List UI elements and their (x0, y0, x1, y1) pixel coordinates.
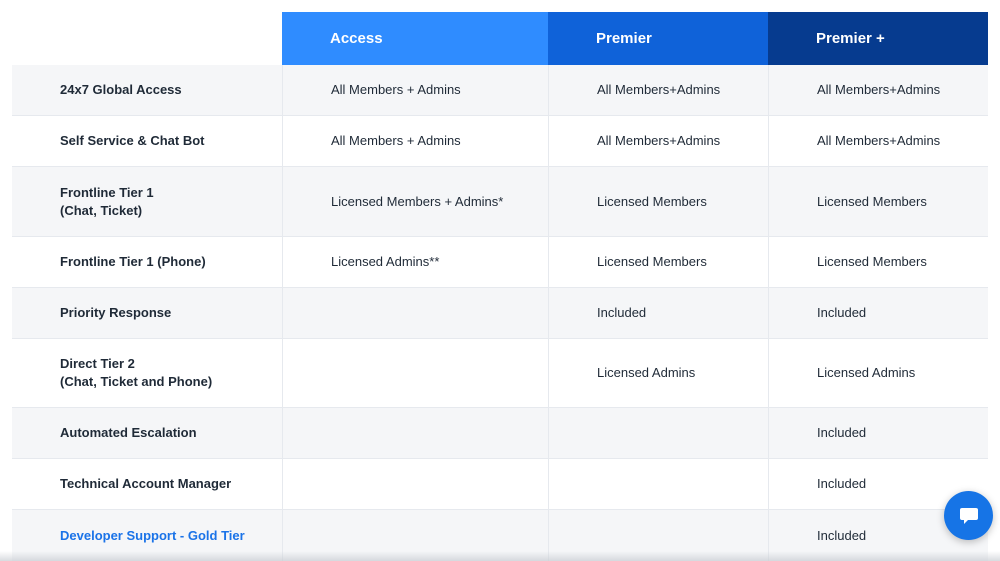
access-value: All Members + Admins (331, 133, 461, 148)
bottom-fade (0, 551, 1000, 561)
premier-value: Licensed Members (597, 254, 707, 269)
feature-cell: Frontline Tier 1 (Phone) (12, 237, 282, 287)
header-premier: Premier (548, 12, 768, 65)
feature-cell: Self Service & Chat Bot (12, 116, 282, 166)
chat-widget-button[interactable] (944, 491, 993, 540)
access-cell: All Members + Admins (282, 65, 548, 115)
premier-plus-value: Included (817, 528, 867, 543)
developer-support-link[interactable]: Developer Support - Gold Tier (60, 527, 245, 545)
header-premier-label: Premier (596, 29, 652, 47)
feature-cell: Technical Account Manager (12, 459, 282, 509)
access-cell (282, 339, 548, 407)
premier-plus-cell: All Members+Admins (768, 116, 988, 166)
premier-cell: All Members+Admins (548, 116, 768, 166)
feature-cell: Frontline Tier 1 (Chat, Ticket) (12, 167, 282, 236)
support-comparison-table: Access Premier Premier + 24x7 Global Acc… (12, 12, 988, 561)
chat-bubble-icon (959, 507, 978, 524)
premier-plus-value: Licensed Members (817, 254, 927, 269)
feature-label: 24x7 Global Access (60, 82, 182, 97)
access-cell (282, 408, 548, 458)
table-row: Direct Tier 2 (Chat, Ticket and Phone) L… (12, 339, 988, 408)
table-row: Priority Response Included Included (12, 288, 988, 339)
premier-plus-value: Included (817, 476, 867, 491)
access-value: Licensed Members + Admins* (331, 193, 504, 209)
premier-value: All Members+Admins (597, 82, 721, 97)
premier-value: Included (597, 305, 647, 320)
feature-label: Self Service & Chat Bot (60, 133, 205, 148)
premier-cell: Included (548, 288, 768, 338)
feature-label: Priority Response (60, 305, 172, 320)
access-value: All Members + Admins (331, 82, 461, 97)
premier-plus-cell: Included (768, 288, 988, 338)
table-row: Self Service & Chat Bot All Members + Ad… (12, 116, 988, 167)
feature-cell: Direct Tier 2 (Chat, Ticket and Phone) (12, 339, 282, 407)
feature-label: Automated Escalation (60, 425, 197, 440)
premier-cell: Licensed Admins (548, 339, 768, 407)
feature-label: Frontline Tier 1 (Chat, Ticket) (60, 184, 154, 218)
premier-plus-cell: Licensed Members (768, 167, 988, 236)
premier-plus-value: All Members+Admins (817, 82, 941, 97)
header-access-label: Access (330, 29, 383, 47)
table-header-row: Access Premier Premier + (12, 12, 988, 65)
premier-cell: All Members+Admins (548, 65, 768, 115)
premier-value: Licensed Members (597, 193, 707, 209)
premier-plus-cell: Licensed Members (768, 237, 988, 287)
feature-label: Frontline Tier 1 (Phone) (60, 254, 206, 269)
premier-cell (548, 459, 768, 509)
support-plans-page: Access Premier Premier + 24x7 Global Acc… (0, 0, 1000, 561)
header-premier-plus: Premier + (768, 12, 988, 65)
access-cell: All Members + Admins (282, 116, 548, 166)
feature-cell: 24x7 Global Access (12, 65, 282, 115)
header-empty-cell (12, 12, 282, 65)
table-row: Frontline Tier 1 (Chat, Ticket) Licensed… (12, 167, 988, 237)
premier-value: Licensed Admins (597, 365, 696, 380)
access-cell: Licensed Members + Admins* (282, 167, 548, 236)
table-row: Automated Escalation Included (12, 408, 988, 459)
premier-plus-value: Licensed Members (817, 193, 927, 209)
feature-label: Technical Account Manager (60, 476, 232, 491)
premier-plus-value: Included (817, 305, 867, 320)
access-value: Licensed Admins** (331, 254, 440, 269)
premier-cell (548, 408, 768, 458)
access-cell (282, 288, 548, 338)
premier-plus-value: All Members+Admins (817, 133, 941, 148)
premier-cell: Licensed Members (548, 167, 768, 236)
premier-plus-cell: Included (768, 408, 988, 458)
access-cell (282, 459, 548, 509)
premier-value: All Members+Admins (597, 133, 721, 148)
feature-cell: Automated Escalation (12, 408, 282, 458)
feature-label: Direct Tier 2 (Chat, Ticket and Phone) (60, 356, 213, 389)
table-row: 24x7 Global Access All Members + Admins … (12, 65, 988, 116)
table-row: Technical Account Manager Included (12, 459, 988, 510)
access-cell: Licensed Admins** (282, 237, 548, 287)
premier-plus-cell: Licensed Admins (768, 339, 988, 407)
premier-cell: Licensed Members (548, 237, 768, 287)
premier-plus-cell: All Members+Admins (768, 65, 988, 115)
feature-cell: Priority Response (12, 288, 282, 338)
premier-plus-value: Included (817, 425, 867, 440)
table-row: Frontline Tier 1 (Phone) Licensed Admins… (12, 237, 988, 288)
premier-plus-value: Licensed Admins (817, 365, 916, 380)
header-access: Access (282, 12, 548, 65)
header-premier-plus-label: Premier + (816, 29, 885, 47)
